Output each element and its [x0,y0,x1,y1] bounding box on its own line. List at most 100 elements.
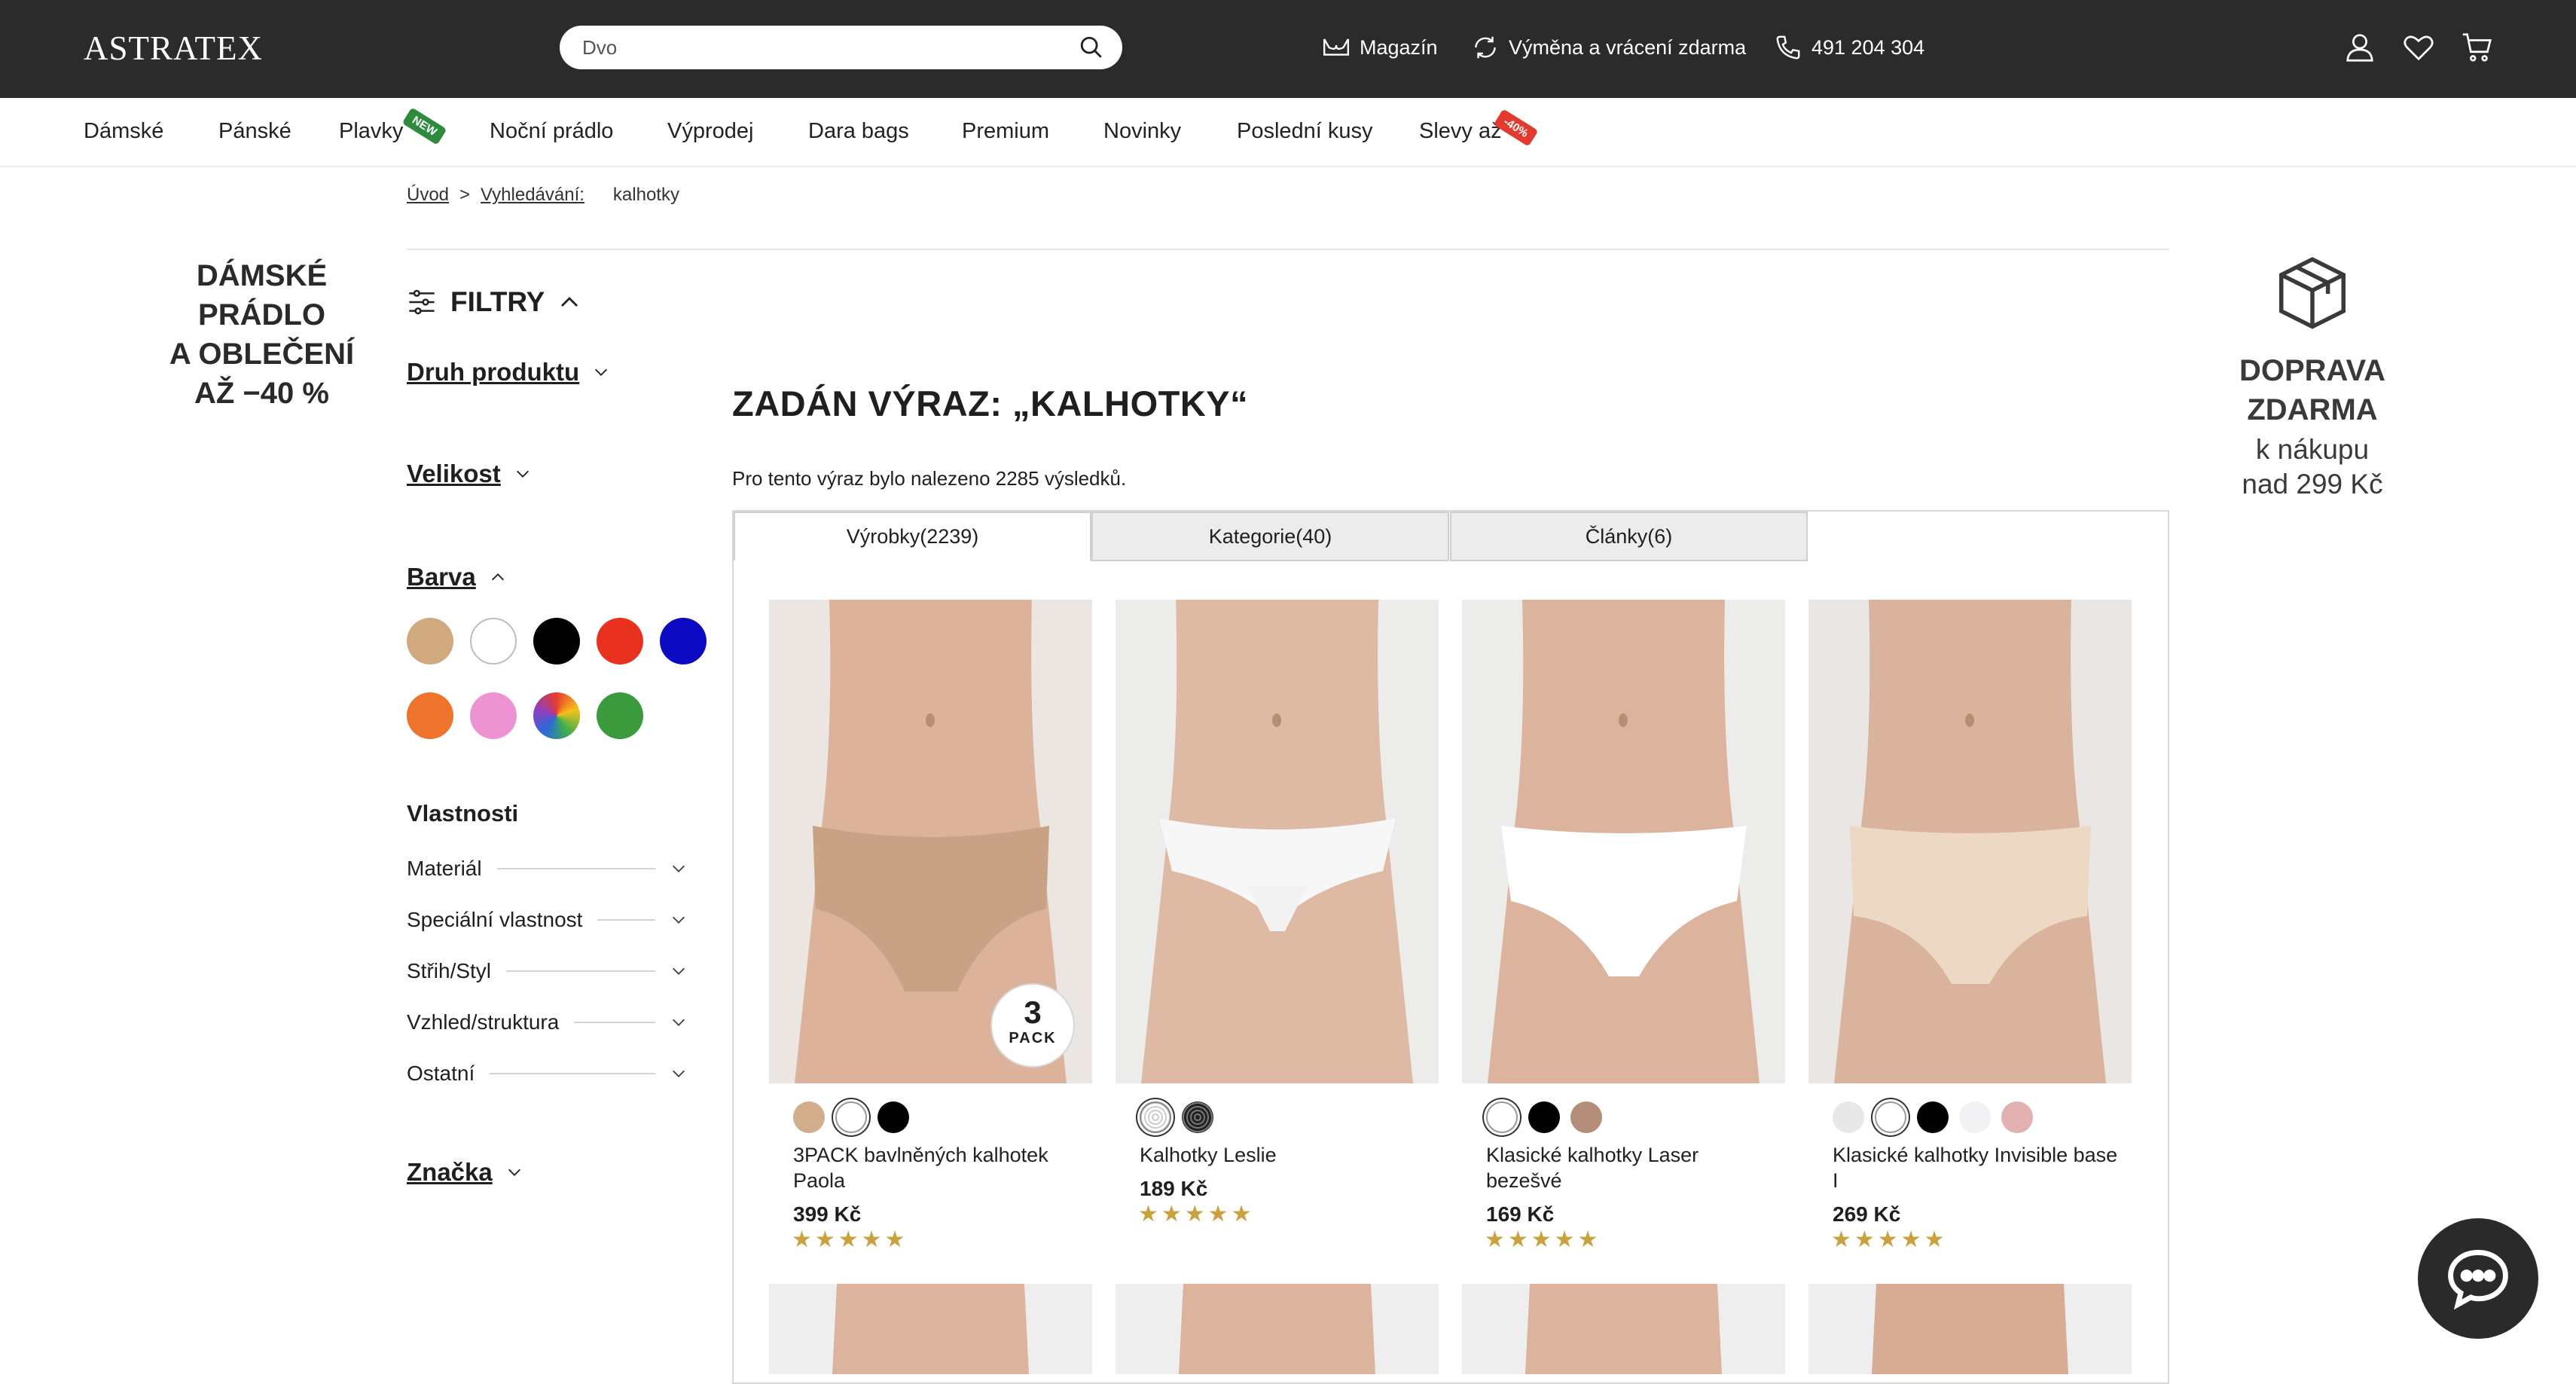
color-swatch-orange[interactable] [407,692,453,739]
product-card[interactable]: 3 PACK 3PACK bavlněných kalhotek Paola 3… [769,600,1092,1252]
nav-item-vyprodej[interactable]: Výprodej [667,119,753,144]
breadcrumb: Úvod > Vyhledávání: kalhotky [407,185,679,206]
filter-special-property-label: Speciální vlastnost [407,908,583,931]
color-swatch-blue[interactable] [660,618,707,665]
nav-item-damske[interactable]: Dámské [84,119,163,144]
filter-brand[interactable]: Značka [407,1158,523,1187]
tab-products[interactable]: Výrobky(2239) [734,512,1091,561]
nav-item-nocni-pradlo[interactable]: Noční prádlo [490,119,613,144]
color-swatch-beige[interactable] [407,618,453,665]
color-option-lace-white[interactable] [1140,1101,1171,1133]
nav-item-novinky[interactable]: Novinky [1103,119,1181,144]
chat-button[interactable] [2418,1218,2538,1339]
filters-toggle[interactable]: FILTRY [407,286,581,318]
free-shipping-title: ZDARMA [2247,393,2378,426]
filters-title: FILTRY [450,286,545,317]
color-option-off-white[interactable] [1959,1101,1991,1133]
nav-item-dara-bags[interactable]: Dara bags [808,119,909,144]
free-shipping-banner[interactable]: DOPRAVA ZDARMA k nákupu nad 299 Kč [2184,252,2440,502]
filter-material-label: Materiál [407,857,482,880]
search-bar [560,26,1122,69]
product-name[interactable]: Kalhotky Leslie [1140,1142,1426,1168]
product-card[interactable]: Kalhotky Leslie 189 Kč ★★★★★ [1116,600,1439,1227]
product-image[interactable] [1116,600,1439,1083]
color-option-white[interactable] [835,1101,867,1133]
promo-left-banner[interactable]: DÁMSKÉ PRÁDLO A OBLEČENÍ AŽ −40 % [151,256,373,413]
product-image[interactable]: 3 PACK [769,600,1092,1083]
color-option-light-grey[interactable] [1833,1101,1864,1133]
returns-link[interactable]: Výměna a vrácení zdarma [1471,33,1746,62]
product-name[interactable]: Klasické kalhotky Invisible base I [1833,1142,2119,1193]
tab-categories[interactable]: Kategorie(40) [1091,512,1449,561]
chevron-down-icon [673,1019,685,1026]
search-input[interactable] [582,26,1064,69]
heart-icon[interactable] [2401,30,2436,65]
breadcrumb-search[interactable]: Vyhledávání: [481,185,584,205]
color-swatch-red[interactable] [597,618,643,665]
pack-badge: 3 PACK [990,983,1075,1068]
color-swatch-green[interactable] [597,692,643,739]
product-price: 269 Kč [1833,1202,1901,1226]
color-swatch-white[interactable] [470,618,517,665]
filter-other[interactable]: Ostatní [407,1059,687,1089]
color-option-black[interactable] [1528,1101,1560,1133]
color-option-black[interactable] [877,1101,909,1133]
product-card[interactable] [1116,1284,1439,1374]
color-option-rose[interactable] [2001,1101,2033,1133]
product-card[interactable] [1808,1284,2132,1374]
nav-item-slevy[interactable]: Slevy až [1419,119,1502,144]
phone-link[interactable]: 491 204 304 [1774,33,1924,62]
chevron-down-icon [673,967,685,975]
search-icon[interactable] [1079,35,1104,60]
nav-item-premium[interactable]: Premium [962,119,1049,144]
account-icon[interactable] [2343,30,2377,65]
color-options [1833,1101,2033,1133]
color-option-black[interactable] [1917,1101,1949,1133]
color-option-white[interactable] [1486,1101,1518,1133]
color-option-white[interactable] [1875,1101,1906,1133]
chevron-down-icon [673,916,685,924]
color-option-mocha[interactable] [1570,1101,1602,1133]
filter-color[interactable]: Barva [407,563,506,591]
chevron-down-icon [516,470,529,478]
magazine-link[interactable]: Magazín [1322,33,1438,62]
product-card[interactable]: Klasické kalhotky Laser bezešvé 169 Kč ★… [1462,600,1785,1252]
color-option-beige[interactable] [793,1101,825,1133]
cart-icon[interactable] [2460,30,2495,65]
filter-special-property[interactable]: Speciální vlastnost [407,905,687,935]
color-option-lace-black[interactable] [1182,1101,1213,1133]
product-image[interactable] [1808,600,2132,1083]
product-card[interactable] [1462,1284,1785,1374]
product-name[interactable]: Klasické kalhotky Laser bezešvé [1486,1142,1772,1193]
filter-product-type[interactable]: Druh produktu [407,358,609,386]
tab-articles[interactable]: Články(6) [1450,512,1808,561]
filter-material[interactable]: Materiál [407,854,687,884]
promo-left-line: AŽ −40 % [194,377,329,410]
product-price: 399 Kč [793,1202,862,1226]
free-shipping-subtitle: nad 299 Kč [2242,469,2383,500]
filter-appearance[interactable]: Vzhled/struktura [407,1007,687,1037]
color-swatch-multicolor[interactable] [533,692,580,739]
refresh-icon [1475,36,1496,59]
breadcrumb-current: kalhotky [612,185,679,205]
nav-item-plavky[interactable]: Plavky [339,119,403,144]
filter-product-type-label: Druh produktu [407,358,580,386]
filter-size[interactable]: Velikost [407,460,531,488]
chevron-up-icon [561,297,578,307]
product-card[interactable]: Klasické kalhotky Invisible base I 269 K… [1808,600,2132,1252]
nav-item-posledni-kusy[interactable]: Poslední kusy [1237,119,1373,144]
filter-cut-style-label: Střih/Styl [407,959,492,982]
product-price: 189 Kč [1140,1177,1208,1200]
nav-item-panske[interactable]: Pánské [218,119,291,144]
color-swatch-black[interactable] [533,618,580,665]
product-name[interactable]: 3PACK bavlněných kalhotek Paola [793,1142,1079,1193]
product-image[interactable] [1462,600,1785,1083]
breadcrumb-home[interactable]: Úvod [407,185,449,205]
top-bar: ASTRATEX Magazín Výměna a vrácení zdarma… [0,0,2576,98]
filter-cut-style[interactable]: Střih/Styl [407,956,687,986]
color-swatch-pink[interactable] [470,692,517,739]
product-card[interactable] [769,1284,1092,1374]
page-title: ZADÁN VÝRAZ: „KALHOTKY“ [732,383,1249,423]
logo[interactable]: ASTRATEX [84,29,263,68]
pack-badge-number: 3 [1024,994,1042,1030]
